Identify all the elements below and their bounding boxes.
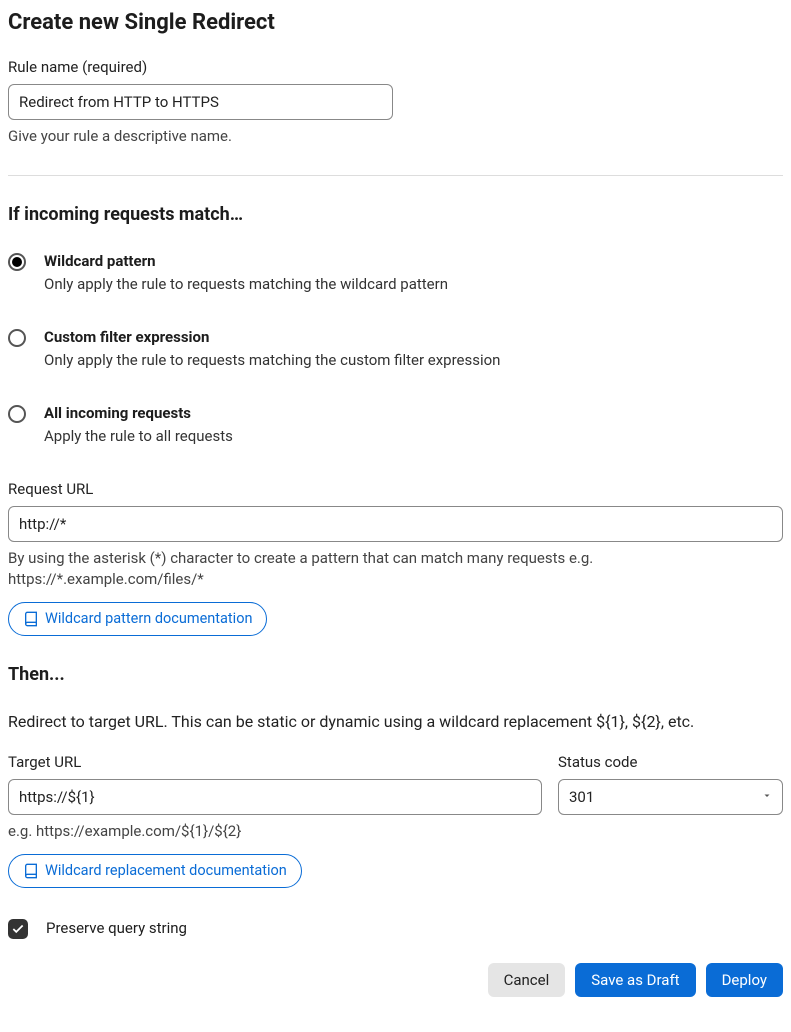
divider — [8, 175, 783, 176]
radio-title: All incoming requests — [44, 403, 233, 424]
rule-name-input[interactable] — [8, 84, 393, 120]
radio-icon — [8, 329, 26, 347]
cancel-button[interactable]: Cancel — [488, 963, 566, 997]
checkbox-checked-icon — [8, 919, 28, 939]
preserve-query-string-checkbox[interactable]: Preserve query string — [8, 918, 783, 939]
book-icon — [23, 863, 39, 879]
then-heading: Then... — [8, 662, 783, 687]
radio-custom-filter[interactable]: Custom filter expression Only apply the … — [8, 327, 783, 371]
save-draft-button[interactable]: Save as Draft — [575, 963, 695, 997]
target-url-helper: e.g. https://example.com/${1}/${2} — [8, 821, 783, 842]
preserve-qs-label: Preserve query string — [46, 918, 187, 939]
radio-all-requests[interactable]: All incoming requests Apply the rule to … — [8, 403, 783, 447]
radio-desc: Only apply the rule to requests matching… — [44, 350, 500, 371]
request-url-label: Request URL — [8, 479, 783, 500]
wildcard-replacement-doc-link[interactable]: Wildcard replacement documentation — [8, 854, 302, 888]
page-title: Create new Single Redirect — [8, 8, 783, 39]
radio-icon — [8, 405, 26, 423]
status-code-select[interactable] — [558, 779, 783, 815]
request-url-input[interactable] — [8, 506, 783, 542]
request-url-helper: By using the asterisk (*) character to c… — [8, 548, 783, 590]
target-url-input[interactable] — [8, 779, 542, 815]
radio-desc: Apply the rule to all requests — [44, 426, 233, 447]
action-bar: Cancel Save as Draft Deploy — [8, 963, 783, 997]
deploy-button[interactable]: Deploy — [706, 963, 783, 997]
radio-icon — [8, 253, 26, 271]
match-heading: If incoming requests match… — [8, 202, 783, 227]
doc-link-label: Wildcard replacement documentation — [45, 861, 287, 881]
radio-desc: Only apply the rule to requests matching… — [44, 274, 448, 295]
rule-name-label: Rule name (required) — [8, 57, 783, 78]
then-description: Redirect to target URL. This can be stat… — [8, 711, 783, 733]
status-code-label: Status code — [558, 752, 783, 773]
wildcard-pattern-doc-link[interactable]: Wildcard pattern documentation — [8, 602, 267, 636]
radio-wildcard-pattern[interactable]: Wildcard pattern Only apply the rule to … — [8, 251, 783, 295]
radio-title: Custom filter expression — [44, 327, 500, 348]
target-url-label: Target URL — [8, 752, 542, 773]
rule-name-helper: Give your rule a descriptive name. — [8, 126, 783, 147]
book-icon — [23, 611, 39, 627]
radio-title: Wildcard pattern — [44, 251, 448, 272]
doc-link-label: Wildcard pattern documentation — [45, 609, 252, 629]
